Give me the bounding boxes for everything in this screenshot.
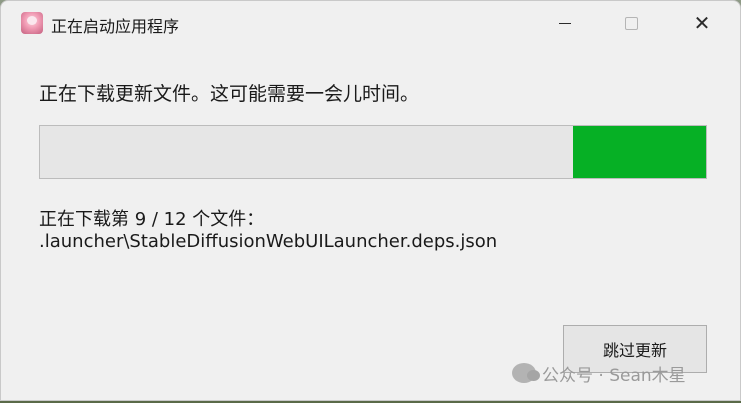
maximize-icon [624,16,638,30]
window-title: 正在启动应用程序 [51,17,180,36]
close-button[interactable]: ✕ [679,1,725,45]
download-file-path: .launcher\StableDiffusionWebUILauncher.d… [39,231,498,252]
title-bar[interactable]: 正在启动应用程序 ✕ [1,1,740,45]
maximize-button[interactable] [608,1,654,45]
watermark: 公众号 · Sean木星 [512,362,686,386]
download-status: 正在下载第 9 / 12 个文件： [39,209,265,230]
download-progress-bar [39,125,707,179]
minimize-button[interactable] [542,1,588,45]
launcher-dialog: 正在启动应用程序 ✕ 正在下载更新文件。这可能需要一会儿时间。 正在下载第 9 … [0,0,741,401]
minimize-icon [559,22,571,24]
progress-fill [572,126,706,178]
watermark-text: 公众号 · Sean木星 [542,365,686,386]
app-avatar-icon [21,12,43,34]
wechat-icon [512,363,540,383]
download-message: 正在下载更新文件。这可能需要一会儿时间。 [39,83,420,105]
close-icon: ✕ [693,11,711,35]
